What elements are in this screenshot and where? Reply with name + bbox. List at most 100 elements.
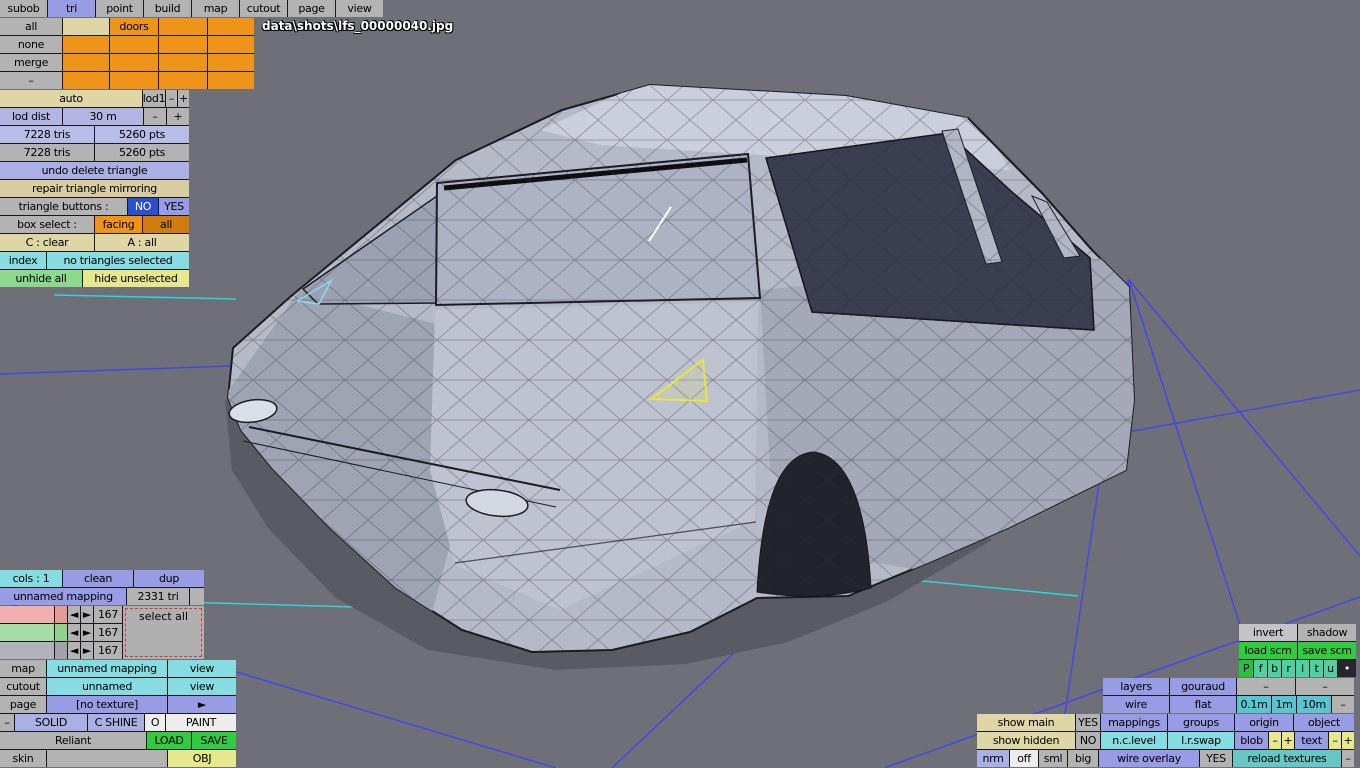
- lod1-button[interactable]: lod1: [143, 90, 165, 107]
- viewport-3d[interactable]: [0, 0, 1360, 768]
- subob-grid-cell[interactable]: [110, 72, 158, 89]
- hide-unselected-button[interactable]: hide unselected: [83, 270, 189, 287]
- invert-button[interactable]: invert: [1239, 624, 1297, 641]
- lod-auto-button[interactable]: auto: [0, 90, 142, 107]
- cutout-view-button[interactable]: view: [168, 678, 236, 695]
- swatch-color-alt[interactable]: [55, 624, 67, 641]
- subob-grid-cell[interactable]: [208, 18, 254, 35]
- subob-dash-button[interactable]: –: [0, 72, 62, 89]
- gouraud-button[interactable]: gouraud: [1170, 678, 1236, 695]
- blob-plus-button[interactable]: +: [1282, 732, 1294, 749]
- blob-button[interactable]: blob: [1235, 732, 1268, 749]
- subob-merge-button[interactable]: merge: [0, 54, 62, 71]
- select-all-triangles-button[interactable]: A : all: [95, 234, 189, 251]
- swatch-next-button[interactable]: ►: [81, 642, 93, 659]
- load-scm-button[interactable]: load scm: [1239, 642, 1297, 659]
- swatch-next-button[interactable]: ►: [81, 624, 93, 641]
- map-tab[interactable]: map: [0, 660, 46, 677]
- subob-grid-cell[interactable]: [159, 18, 207, 35]
- dup-button[interactable]: dup: [134, 570, 204, 587]
- undo-delete-triangle-button[interactable]: undo delete triangle: [0, 162, 189, 179]
- grid-01m-button[interactable]: 0.1m: [1237, 696, 1271, 713]
- page-next-button[interactable]: ►: [168, 696, 236, 713]
- swatch-color-alt[interactable]: [55, 606, 67, 623]
- view-b-button[interactable]: b: [1268, 660, 1281, 677]
- cutout-value-button[interactable]: unnamed: [47, 678, 167, 695]
- groups-button[interactable]: groups: [1168, 714, 1234, 731]
- object-name-button[interactable]: Reliant: [0, 732, 146, 749]
- c-shine-button[interactable]: C SHINE: [88, 714, 144, 731]
- menu-subob[interactable]: subob: [0, 0, 47, 17]
- text-minus-button[interactable]: –: [1329, 732, 1341, 749]
- subob-grid-cell[interactable]: [63, 36, 109, 53]
- menu-page[interactable]: page: [288, 0, 335, 17]
- view-dot-button[interactable]: •: [1338, 660, 1356, 677]
- box-select-all-button[interactable]: all: [143, 216, 189, 233]
- view-f-button[interactable]: f: [1254, 660, 1267, 677]
- skin-tab[interactable]: skin: [0, 750, 46, 767]
- dash-button[interactable]: –: [1342, 750, 1354, 767]
- clean-button[interactable]: clean: [63, 570, 133, 587]
- subob-grid-cell[interactable]: [63, 18, 109, 35]
- lod-dist-minus-button[interactable]: –: [144, 108, 166, 125]
- menu-build[interactable]: build: [144, 0, 191, 17]
- subob-grid-cell[interactable]: [208, 36, 254, 53]
- material-minus-button[interactable]: –: [0, 714, 14, 731]
- swatch-next-button[interactable]: ►: [81, 606, 93, 623]
- nc-level-button[interactable]: n.c.level: [1101, 732, 1167, 749]
- mappings-button[interactable]: mappings: [1101, 714, 1167, 731]
- swatch-color[interactable]: [0, 606, 54, 623]
- nrm-big-button[interactable]: big: [1068, 750, 1098, 767]
- subob-grid-cell[interactable]: [208, 54, 254, 71]
- swatch-prev-button[interactable]: ◄: [68, 642, 80, 659]
- cutout-tab[interactable]: cutout: [0, 678, 46, 695]
- nrm-sml-button[interactable]: sml: [1039, 750, 1067, 767]
- subob-grid-cell[interactable]: [63, 54, 109, 71]
- solid-button[interactable]: SOLID: [15, 714, 87, 731]
- triangle-buttons-yes-button[interactable]: YES: [159, 198, 189, 215]
- origin-button[interactable]: origin: [1235, 714, 1293, 731]
- flat-button[interactable]: flat: [1170, 696, 1236, 713]
- shadow-button[interactable]: shadow: [1298, 624, 1356, 641]
- nrm-off-button[interactable]: off: [1010, 750, 1038, 767]
- triangle-buttons-no-button[interactable]: NO: [128, 198, 158, 215]
- repair-triangle-mirroring-button[interactable]: repair triangle mirroring: [0, 180, 189, 197]
- dash-button[interactable]: –: [1237, 678, 1295, 695]
- subob-grid-cell[interactable]: [110, 54, 158, 71]
- subob-grid-cell[interactable]: [208, 72, 254, 89]
- select-all-button[interactable]: select all: [123, 606, 204, 659]
- subob-all-button[interactable]: all: [0, 18, 62, 35]
- lod-minus-button[interactable]: –: [166, 90, 177, 107]
- text-button[interactable]: text: [1295, 732, 1328, 749]
- reload-textures-button[interactable]: reload textures: [1233, 750, 1341, 767]
- grid-10m-button[interactable]: 10m: [1297, 696, 1331, 713]
- show-hidden-toggle[interactable]: NO: [1076, 732, 1100, 749]
- grid-1m-button[interactable]: 1m: [1272, 696, 1296, 713]
- dash-button[interactable]: –: [1296, 678, 1354, 695]
- lod-dist-plus-button[interactable]: +: [167, 108, 189, 125]
- page-tab[interactable]: page: [0, 696, 46, 713]
- swatch-color[interactable]: [0, 642, 54, 659]
- map-value-button[interactable]: unnamed mapping: [47, 660, 167, 677]
- subob-none-button[interactable]: none: [0, 36, 62, 53]
- map-view-button[interactable]: view: [168, 660, 236, 677]
- view-p-button[interactable]: P: [1239, 660, 1253, 677]
- swatch-prev-button[interactable]: ◄: [68, 624, 80, 641]
- view-t-button[interactable]: t: [1310, 660, 1323, 677]
- subob-grid-cell[interactable]: [159, 72, 207, 89]
- menu-cutout[interactable]: cutout: [240, 0, 287, 17]
- menu-view[interactable]: view: [336, 0, 383, 17]
- view-r-button[interactable]: r: [1282, 660, 1295, 677]
- menu-map[interactable]: map: [192, 0, 239, 17]
- wire-button[interactable]: wire: [1103, 696, 1169, 713]
- layers-button[interactable]: layers: [1103, 678, 1169, 695]
- subob-grid-cell-doors[interactable]: doors: [110, 18, 158, 35]
- subob-grid-cell[interactable]: [159, 54, 207, 71]
- box-select-facing-button[interactable]: facing: [95, 216, 142, 233]
- lr-swap-button[interactable]: l.r.swap: [1168, 732, 1234, 749]
- menu-tri[interactable]: tri: [48, 0, 95, 17]
- load-button[interactable]: LOAD: [147, 732, 191, 749]
- show-main-toggle[interactable]: YES: [1076, 714, 1100, 731]
- mapping-name-button[interactable]: unnamed mapping: [0, 588, 126, 605]
- o-button[interactable]: O: [145, 714, 165, 731]
